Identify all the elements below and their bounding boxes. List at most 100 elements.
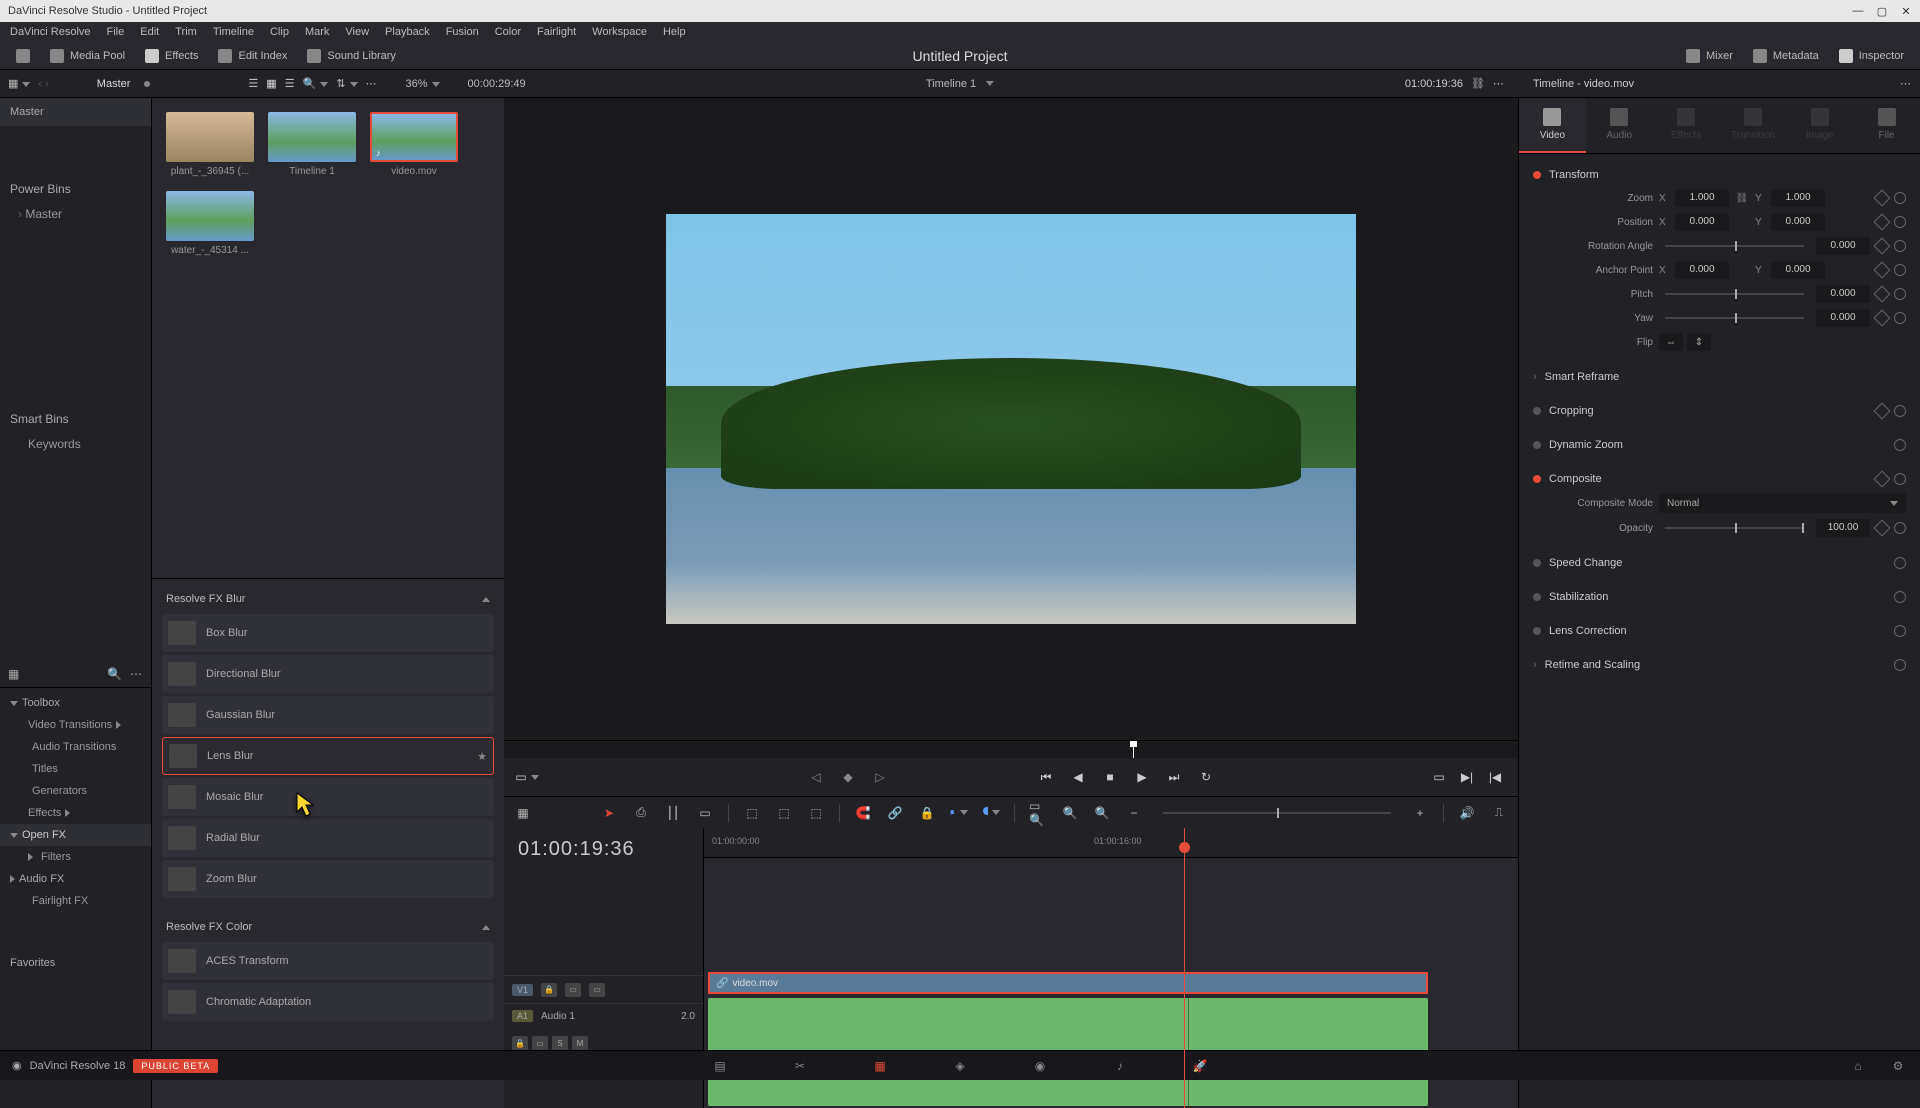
fx-chromatic[interactable]: Chromatic Adaptation: [162, 983, 494, 1021]
loop-icon[interactable]: ↻: [1197, 768, 1215, 786]
audiofx-header[interactable]: Audio FX: [0, 868, 151, 890]
chain-icon[interactable]: ⛓: [1471, 77, 1485, 90]
inspector-more-icon[interactable]: ⋯: [1900, 77, 1912, 90]
opacity-slider[interactable]: [1665, 527, 1804, 529]
custom-zoom-icon[interactable]: 🔍: [1093, 804, 1111, 822]
timeline-ruler[interactable]: 01:00:00:00 01:00:16:00: [704, 828, 1518, 858]
lock-icon[interactable]: 🔒: [541, 983, 557, 997]
yaw-slider[interactable]: [1665, 317, 1804, 319]
filters[interactable]: Filters: [0, 846, 151, 868]
panel-icon[interactable]: ▦: [8, 77, 30, 90]
close-button[interactable]: ✕: [1900, 5, 1912, 17]
detail-zoom-icon[interactable]: 🔍: [1061, 804, 1079, 822]
reset-icon[interactable]: [1894, 192, 1906, 204]
lock-icon[interactable]: 🔒: [512, 1036, 528, 1050]
match-frame-icon[interactable]: ▭: [1430, 768, 1448, 786]
media-thumb[interactable]: water_-_45314 ...: [166, 191, 254, 256]
timeline-name[interactable]: Timeline 1: [926, 78, 976, 90]
generators[interactable]: Generators: [0, 780, 151, 802]
fx-directional-blur[interactable]: Directional Blur: [162, 655, 494, 693]
menu-trim[interactable]: Trim: [169, 24, 203, 40]
master-breadcrumb[interactable]: Master: [97, 78, 131, 90]
blade-tool-icon[interactable]: ⎮⎮: [664, 804, 682, 822]
zoom-y-input[interactable]: 1.000: [1771, 189, 1825, 207]
media-pool-button[interactable]: Media Pool: [42, 46, 133, 66]
yaw-input[interactable]: 0.000: [1816, 309, 1870, 327]
view-strip-icon[interactable]: ☰: [285, 77, 295, 90]
zoom-percent[interactable]: 36%: [406, 78, 440, 90]
fx-blur-header[interactable]: Resolve FX Blur: [162, 587, 494, 611]
menu-color[interactable]: Color: [489, 24, 527, 40]
rotation-input[interactable]: 0.000: [1816, 237, 1870, 255]
titles[interactable]: Titles: [0, 758, 151, 780]
effects-button[interactable]: Effects: [137, 46, 206, 66]
media-thumb[interactable]: plant_-_36945 (...: [166, 112, 254, 177]
menu-help[interactable]: Help: [657, 24, 692, 40]
composite-header[interactable]: Composite: [1533, 468, 1906, 490]
menu-view[interactable]: View: [339, 24, 375, 40]
effects-item[interactable]: Effects: [0, 802, 151, 824]
insert-tool-icon[interactable]: ▭: [696, 804, 714, 822]
search-icon[interactable]: 🔍: [107, 667, 122, 681]
lens-correction-header[interactable]: Lens Correction: [1533, 620, 1906, 642]
nav-master[interactable]: Master: [0, 98, 151, 126]
lock-icon[interactable]: 🔒: [918, 804, 936, 822]
sound-library-button[interactable]: Sound Library: [299, 46, 404, 66]
snap-icon[interactable]: 🧲: [854, 804, 872, 822]
trim-tool-icon[interactable]: ⎙: [632, 804, 650, 822]
home-icon[interactable]: ⌂: [1848, 1056, 1868, 1076]
link-icon[interactable]: 🔗: [886, 804, 904, 822]
pos-x-input[interactable]: 0.000: [1675, 213, 1729, 231]
transform-header[interactable]: Transform: [1533, 164, 1906, 186]
retime-header[interactable]: ›Retime and Scaling: [1533, 654, 1906, 676]
insert-icon[interactable]: ⬚: [743, 804, 761, 822]
menu-app[interactable]: DaVinci Resolve: [4, 24, 97, 40]
media-page-icon[interactable]: ▤: [710, 1056, 730, 1076]
fairlightfx[interactable]: Fairlight FX: [0, 890, 151, 912]
speed-change-header[interactable]: Speed Change: [1533, 552, 1906, 574]
prev-frame-icon[interactable]: ◀: [1069, 768, 1087, 786]
flip-h-button[interactable]: ⇔: [1659, 333, 1683, 351]
menu-mark[interactable]: Mark: [299, 24, 335, 40]
auto-select-icon[interactable]: ▭: [565, 983, 581, 997]
auto-select-icon[interactable]: ▭: [532, 1036, 548, 1050]
pitch-input[interactable]: 0.000: [1816, 285, 1870, 303]
fx-box-blur[interactable]: Box Blur: [162, 614, 494, 652]
layout-icon[interactable]: [8, 46, 38, 66]
selection-tool-icon[interactable]: ➤: [600, 804, 618, 822]
zoom-slider[interactable]: [1163, 812, 1391, 814]
inspector-button[interactable]: Inspector: [1831, 46, 1912, 66]
menu-workspace[interactable]: Workspace: [586, 24, 653, 40]
edit-index-button[interactable]: Edit Index: [210, 46, 295, 66]
fairlight-page-icon[interactable]: ♪: [1110, 1056, 1130, 1076]
replace-icon[interactable]: ⬚: [807, 804, 825, 822]
fx-zoom-blur[interactable]: Zoom Blur: [162, 860, 494, 898]
flag-icon[interactable]: [950, 804, 968, 822]
fx-color-header[interactable]: Resolve FX Color: [162, 915, 494, 939]
metadata-button[interactable]: Metadata: [1745, 46, 1827, 66]
minimize-button[interactable]: —: [1852, 5, 1864, 17]
media-thumb[interactable]: ♪video.mov: [370, 112, 458, 177]
stabilization-header[interactable]: Stabilization: [1533, 586, 1906, 608]
tab-image[interactable]: Image: [1786, 98, 1853, 153]
menu-fusion[interactable]: Fusion: [440, 24, 485, 40]
project-settings-icon[interactable]: ⚙: [1888, 1056, 1908, 1076]
anchor-x-input[interactable]: 0.000: [1675, 261, 1729, 279]
favorites-header[interactable]: Favorites: [0, 952, 151, 974]
rotation-slider[interactable]: [1665, 245, 1804, 247]
menu-fairlight[interactable]: Fairlight: [531, 24, 582, 40]
visible-icon[interactable]: ▭: [589, 983, 605, 997]
fx-gaussian-blur[interactable]: Gaussian Blur: [162, 696, 494, 734]
to-start-icon[interactable]: |◀: [1486, 768, 1504, 786]
fusion-page-icon[interactable]: ◈: [950, 1056, 970, 1076]
search-icon[interactable]: 🔍: [303, 77, 329, 90]
media-thumb[interactable]: Timeline 1: [268, 112, 356, 177]
fx-panel-icon[interactable]: ▦: [8, 667, 19, 681]
menu-playback[interactable]: Playback: [379, 24, 436, 40]
audio-transitions[interactable]: Audio Transitions: [0, 736, 151, 758]
edit-page-icon[interactable]: ▦: [870, 1056, 890, 1076]
fx-aces[interactable]: ACES Transform: [162, 942, 494, 980]
view-list-icon[interactable]: ☰: [248, 77, 258, 90]
menu-file[interactable]: File: [101, 24, 131, 40]
timeline-view-icon[interactable]: ▦: [514, 804, 532, 822]
